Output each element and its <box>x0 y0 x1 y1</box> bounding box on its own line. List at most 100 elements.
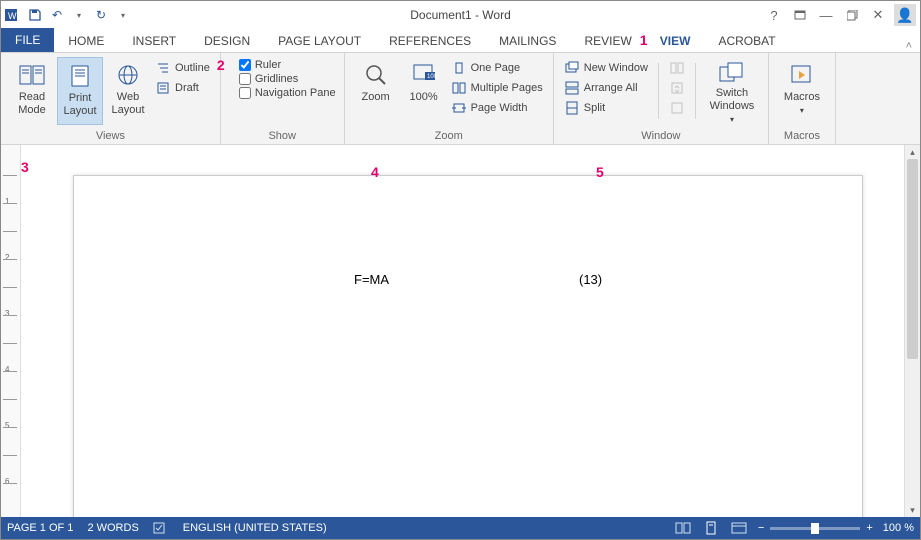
tab-references[interactable]: REFERENCES <box>375 30 485 52</box>
zoom-out-button[interactable]: − <box>758 522 764 534</box>
zoom-100-label: 100% <box>410 91 438 104</box>
page-content[interactable]: F=MA (13) <box>354 272 389 288</box>
split-icon <box>564 100 580 116</box>
equation-text[interactable]: F=MA <box>354 272 389 287</box>
arrange-all-button[interactable]: Arrange All <box>562 79 650 97</box>
equation-number[interactable]: (13) <box>579 272 602 287</box>
tab-mailings[interactable]: MAILINGS <box>485 30 570 52</box>
print-layout-button[interactable]: Print Layout <box>57 57 103 125</box>
status-print-layout-icon[interactable] <box>702 520 720 536</box>
redo-icon[interactable]: ↻ <box>93 7 109 23</box>
svg-text:100: 100 <box>427 74 437 80</box>
ribbon-display-icon[interactable] <box>790 5 810 25</box>
vruler-number: 1 <box>5 197 9 206</box>
tab-page-layout[interactable]: PAGE LAYOUT <box>264 30 375 52</box>
vertical-scrollbar[interactable]: ▴ ▾ <box>904 145 920 517</box>
qat-customize-icon[interactable]: ▾ <box>115 7 131 23</box>
one-page-button[interactable]: One Page <box>449 59 545 77</box>
read-mode-icon <box>18 61 46 89</box>
new-window-button[interactable]: New Window <box>562 59 650 77</box>
status-read-mode-icon[interactable] <box>674 520 692 536</box>
group-views: Read Mode Print Layout Web Layout Outlin… <box>1 53 221 144</box>
web-layout-label: Web Layout <box>111 91 145 117</box>
gridlines-checkbox-input[interactable] <box>239 73 251 85</box>
word-app-icon: W <box>5 7 21 23</box>
tab-file[interactable]: FILE <box>1 28 54 52</box>
zoom-percent[interactable]: 100 % <box>883 522 914 534</box>
macros-button[interactable]: Macros▾ <box>777 57 827 125</box>
ruler-checkbox-input[interactable] <box>239 59 251 71</box>
tab-insert[interactable]: INSERT <box>118 30 190 52</box>
zoom-button[interactable]: Zoom <box>353 57 399 125</box>
read-mode-label: Read Mode <box>15 91 49 117</box>
vruler-number: 4 <box>5 365 9 374</box>
group-zoom-label: Zoom <box>353 130 545 144</box>
workspace: 123456 F=MA (13) ▴ ▾ <box>1 145 920 517</box>
zoom-label: Zoom <box>362 91 390 104</box>
status-language[interactable]: ENGLISH (UNITED STATES) <box>183 522 327 534</box>
status-words[interactable]: 2 WORDS <box>87 522 138 534</box>
zoom-icon <box>362 61 390 89</box>
multiple-pages-icon <box>451 80 467 96</box>
draft-button[interactable]: Draft <box>153 79 212 97</box>
vertical-ruler[interactable]: 123456 <box>1 145 21 517</box>
sync-scroll-icon <box>669 80 685 96</box>
zoom-in-button[interactable]: + <box>866 522 872 534</box>
switch-windows-label: Switch Windows ▾ <box>710 87 755 127</box>
macros-label: Macros▾ <box>784 91 820 117</box>
zoom-track[interactable] <box>770 527 860 530</box>
scroll-thumb[interactable] <box>907 159 918 359</box>
group-window-label: Window <box>562 130 760 144</box>
status-web-layout-icon[interactable] <box>730 520 748 536</box>
gridlines-checkbox[interactable]: Gridlines <box>239 73 336 85</box>
undo-dropdown-icon[interactable]: ▾ <box>71 7 87 23</box>
reset-window-icon <box>669 100 685 116</box>
minimize-icon[interactable]: — <box>816 5 836 25</box>
zoom-slider[interactable]: − + <box>758 522 873 534</box>
close-icon[interactable]: ✕ <box>868 5 888 25</box>
zoom-knob[interactable] <box>811 523 819 534</box>
outline-button[interactable]: Outline <box>153 59 212 77</box>
restore-icon[interactable] <box>842 5 862 25</box>
zoom-100-button[interactable]: 100 100% <box>401 57 447 125</box>
status-bar: PAGE 1 OF 1 2 WORDS ENGLISH (UNITED STAT… <box>1 517 920 539</box>
macros-icon <box>788 61 816 89</box>
tab-design[interactable]: DESIGN <box>190 30 264 52</box>
navigation-checkbox-input[interactable] <box>239 87 251 99</box>
ruler-checkbox[interactable]: Ruler <box>239 59 336 71</box>
status-proofing-icon[interactable] <box>153 521 169 535</box>
status-page[interactable]: PAGE 1 OF 1 <box>7 522 73 534</box>
tab-acrobat[interactable]: ACROBAT <box>704 30 789 52</box>
navigation-pane-checkbox[interactable]: Navigation Pane <box>239 87 336 99</box>
tab-review[interactable]: REVIEW <box>570 30 645 52</box>
group-macros: Macros▾ Macros <box>769 53 836 144</box>
reset-window-button <box>667 99 687 117</box>
tab-view[interactable]: 1 VIEW <box>646 30 705 52</box>
group-macros-label: Macros <box>777 130 827 144</box>
user-avatar-icon[interactable]: 👤 <box>894 4 916 26</box>
web-layout-button[interactable]: Web Layout <box>105 57 151 125</box>
undo-icon[interactable]: ↶ <box>49 7 65 23</box>
multiple-pages-button[interactable]: Multiple Pages <box>449 79 545 97</box>
group-views-label: Views <box>9 130 212 144</box>
arrange-all-icon <box>564 80 580 96</box>
page-width-button[interactable]: Page Width <box>449 99 545 117</box>
save-icon[interactable] <box>27 7 43 23</box>
scroll-down-icon[interactable]: ▾ <box>905 503 920 517</box>
help-icon[interactable]: ? <box>764 5 784 25</box>
switch-windows-icon <box>718 61 746 85</box>
collapse-ribbon-icon[interactable]: ˄ <box>898 40 920 52</box>
tab-home[interactable]: HOME <box>54 30 118 52</box>
page[interactable]: F=MA (13) <box>73 175 863 517</box>
scroll-up-icon[interactable]: ▴ <box>905 145 920 159</box>
zoom-100-icon: 100 <box>410 61 438 89</box>
read-mode-button[interactable]: Read Mode <box>9 57 55 125</box>
switch-windows-button[interactable]: Switch Windows ▾ <box>704 57 760 125</box>
sync-scroll-button <box>667 79 687 97</box>
page-width-icon <box>451 100 467 116</box>
group-window: New Window Arrange All Split Switch Wind… <box>554 53 769 144</box>
document-area[interactable]: F=MA (13) <box>21 145 904 517</box>
print-layout-label: Print Layout <box>64 92 97 118</box>
split-button[interactable]: Split <box>562 99 650 117</box>
ribbon-tabs: FILE HOME INSERT DESIGN PAGE LAYOUT REFE… <box>1 29 920 53</box>
